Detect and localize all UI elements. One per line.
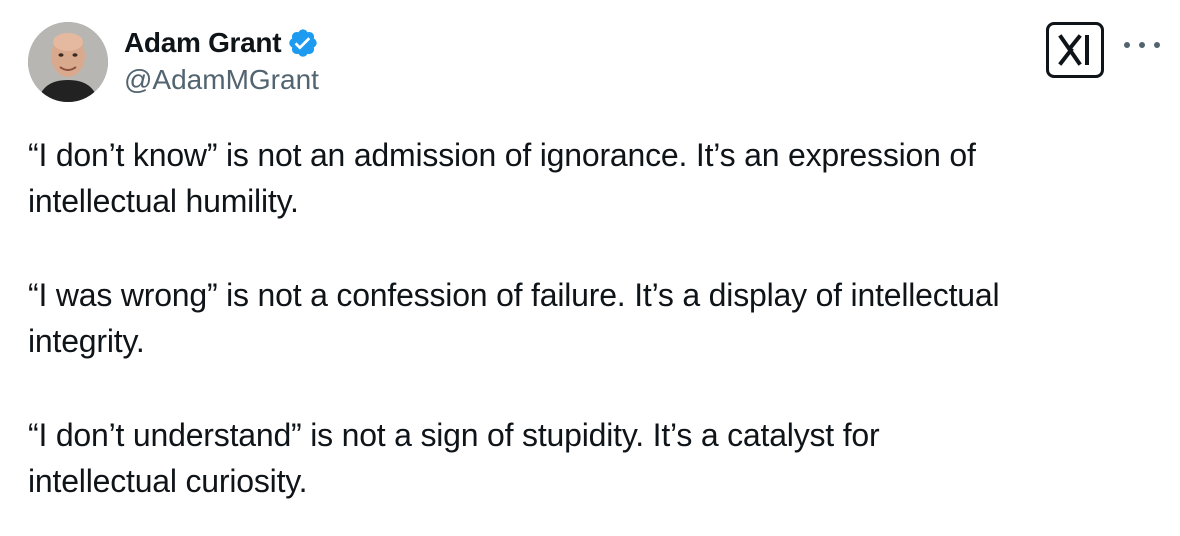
avatar[interactable] (28, 22, 108, 102)
tweet-paragraph: “I was wrong” is not a confession of fai… (28, 272, 1158, 364)
more-dot (1124, 42, 1130, 48)
tweet-line: “I was wrong” is not a confession of fai… (28, 277, 1000, 313)
tweet-line: intellectual humility. (28, 183, 299, 219)
tweet-line: “I don’t understand” is not a sign of st… (28, 417, 880, 453)
verified-badge-icon[interactable] (287, 27, 319, 59)
tweet-paragraph: “I don’t know” is not an admission of ig… (28, 132, 1158, 224)
tweet-line: intellectual curiosity. (28, 463, 308, 499)
more-dot (1139, 42, 1145, 48)
more-options-icon[interactable] (1124, 30, 1160, 60)
tweet-paragraph: “I don’t understand” is not a sign of st… (28, 412, 1158, 504)
tweet-line: “I don’t know” is not an admission of ig… (28, 137, 976, 173)
tweet-card: Adam Grant @AdamMGrant “I don’t know” is… (0, 0, 1180, 536)
author-display-name[interactable]: Adam Grant (124, 27, 282, 59)
avatar-photo (28, 22, 108, 102)
tweet-line: integrity. (28, 323, 145, 359)
x-logo-icon[interactable] (1046, 22, 1104, 78)
author-name-row: Adam Grant (124, 24, 319, 62)
tweet-text: “I don’t know” is not an admission of ig… (28, 132, 1158, 504)
more-dot (1154, 42, 1160, 48)
author-handle[interactable]: @AdamMGrant (124, 64, 319, 96)
